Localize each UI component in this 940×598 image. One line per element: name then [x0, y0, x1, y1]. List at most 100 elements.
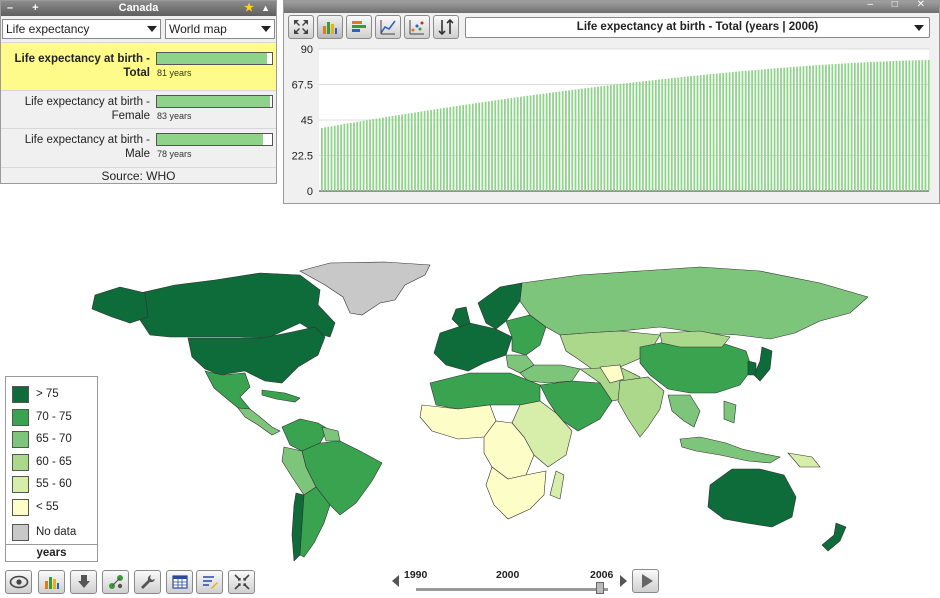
chart-bar[interactable]	[722, 72, 725, 191]
chart-bar[interactable]	[674, 77, 676, 191]
chart-bar[interactable]	[699, 75, 702, 191]
chart-bar[interactable]	[751, 70, 753, 191]
download-button[interactable]	[70, 570, 97, 594]
chart-bar[interactable]	[767, 68, 770, 191]
chart-bar[interactable]	[844, 63, 847, 192]
chart-bar[interactable]	[584, 88, 587, 191]
chart-bar[interactable]	[388, 116, 391, 191]
indicator-row-male[interactable]: Life expectancy at birth - Male 78 years	[1, 128, 276, 166]
chart-bar[interactable]	[443, 107, 445, 191]
map-country-japan[interactable]	[753, 346, 773, 382]
chart-bar[interactable]	[870, 62, 872, 191]
chart-bar[interactable]	[410, 112, 413, 191]
chart-bar[interactable]	[773, 68, 776, 191]
chart-bar[interactable]	[369, 119, 371, 191]
chart-bar[interactable]	[504, 98, 506, 191]
chart-bar[interactable]	[802, 66, 805, 191]
chart-bar[interactable]	[735, 71, 737, 191]
chart-bar[interactable]	[497, 99, 500, 191]
chart-bar[interactable]	[783, 67, 786, 191]
chart-bar[interactable]	[661, 79, 664, 191]
chart-bar[interactable]	[760, 69, 763, 191]
map-country-madagascar[interactable]	[549, 470, 565, 500]
chart-bar[interactable]	[340, 124, 343, 191]
chart-bar[interactable]	[619, 83, 622, 191]
chart-bar[interactable]	[815, 65, 818, 191]
chart-bar[interactable]	[356, 121, 359, 191]
chart-bar[interactable]	[648, 80, 651, 191]
chart-bar[interactable]	[571, 89, 574, 191]
chart-bar[interactable]	[510, 98, 513, 191]
chart-bar[interactable]	[725, 72, 728, 191]
chart-bar[interactable]	[574, 89, 577, 191]
chart-bar[interactable]	[728, 72, 731, 191]
chart-bar[interactable]	[690, 76, 692, 191]
chart-bar[interactable]	[452, 106, 455, 191]
chart-bar[interactable]	[616, 84, 619, 191]
chart-bar[interactable]	[436, 108, 439, 191]
indicator-select[interactable]: Life expectancy	[2, 19, 161, 39]
chart-bar[interactable]	[895, 60, 898, 191]
chart-bar[interactable]	[664, 78, 667, 191]
chart-bar[interactable]	[882, 61, 885, 192]
chart-bar[interactable]	[847, 63, 850, 191]
chart-bar[interactable]	[857, 62, 859, 191]
chart-bar[interactable]	[343, 124, 346, 191]
chart-bar[interactable]	[924, 60, 927, 191]
chart-bar[interactable]	[449, 106, 452, 191]
timeline-handle[interactable]	[596, 582, 604, 594]
chart-bar[interactable]	[565, 90, 567, 191]
chart-bar[interactable]	[539, 94, 542, 191]
chart-bar[interactable]	[635, 82, 638, 191]
map-region-north-africa[interactable]	[429, 372, 541, 410]
chart-bar[interactable]	[478, 102, 481, 191]
chart-bar[interactable]	[613, 84, 615, 191]
chart-bar[interactable]	[455, 106, 458, 191]
chart-bar[interactable]	[677, 77, 680, 191]
timeline-track[interactable]	[416, 588, 608, 591]
chart-bar[interactable]	[853, 62, 856, 191]
chart-bar[interactable]	[330, 126, 333, 191]
chart-bar[interactable]	[911, 60, 914, 192]
map-country-canada[interactable]	[139, 272, 336, 339]
view-select[interactable]: World map	[165, 19, 275, 39]
chart-bar[interactable]	[500, 99, 503, 191]
chart-bar[interactable]	[558, 91, 561, 191]
chart-bar[interactable]	[548, 92, 551, 191]
chart-bar[interactable]	[494, 100, 497, 191]
map-country-new-zealand[interactable]	[821, 522, 847, 552]
chart-bar[interactable]	[375, 118, 378, 191]
chart-bar[interactable]	[513, 97, 516, 191]
chart-bar[interactable]	[523, 96, 526, 191]
chart-bar[interactable]	[555, 91, 558, 191]
map-country-alaska[interactable]	[91, 286, 149, 324]
chart-bar[interactable]	[333, 125, 336, 191]
window-controls[interactable]: – +	[7, 1, 47, 16]
chart-bar[interactable]	[346, 123, 349, 191]
chart-bar[interactable]	[841, 63, 843, 192]
chart-bar[interactable]	[404, 113, 407, 191]
chart-bar[interactable]	[362, 120, 365, 191]
chart-bar[interactable]	[738, 71, 741, 191]
chart-bar[interactable]	[757, 69, 760, 191]
chart-bar[interactable]	[776, 68, 779, 191]
chart-bar[interactable]	[905, 60, 908, 191]
chart-bar[interactable]	[654, 79, 657, 191]
chart-bar[interactable]	[349, 122, 352, 191]
map-region-southeast-asia[interactable]	[667, 394, 701, 428]
map-region-west-africa[interactable]	[419, 404, 497, 440]
chart-bar[interactable]	[658, 79, 660, 191]
chart-bar[interactable]	[886, 61, 888, 192]
chart-bar[interactable]	[590, 87, 593, 191]
chart-bar[interactable]	[764, 69, 766, 191]
chart-bar[interactable]	[715, 73, 718, 191]
chart-bar[interactable]	[568, 90, 570, 191]
settings-button[interactable]	[134, 570, 161, 594]
chart-bar[interactable]	[741, 71, 744, 191]
chart-bar[interactable]	[536, 94, 538, 191]
chart-bar[interactable]	[459, 105, 461, 191]
chart-bar[interactable]	[587, 87, 590, 191]
chart-bar[interactable]	[831, 64, 834, 191]
chart-bar[interactable]	[398, 115, 400, 191]
chart-bar[interactable]	[706, 74, 709, 191]
